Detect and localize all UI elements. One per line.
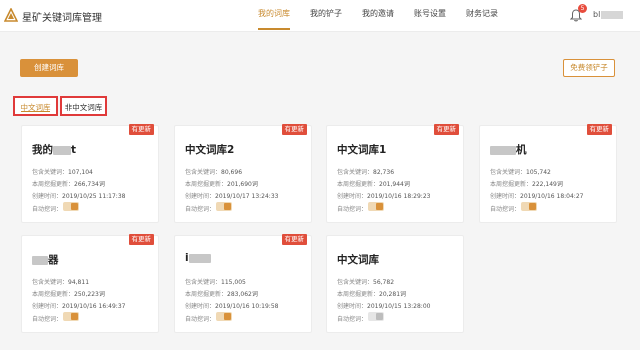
redacted-block: [188, 253, 211, 263]
stat-auto: 自动挖词：: [32, 206, 63, 213]
notification-badge: 5: [578, 4, 587, 13]
tab-non-chinese-library[interactable]: 非中文词库: [60, 96, 107, 116]
updated-badge: 有更新: [433, 124, 459, 135]
username-text: bl: [593, 10, 601, 19]
stat-keywords: 包含关键词：56,782: [337, 279, 395, 286]
library-name: 中文词库2: [185, 144, 235, 156]
create-library-button[interactable]: 创建词库: [20, 59, 78, 77]
stat-auto: 自动挖词：: [185, 206, 216, 213]
stat-created: 创建时间：2019/10/16 18:04:27: [490, 193, 584, 200]
updated-badge: 有更新: [128, 234, 154, 245]
library-name-suffix: 机: [516, 144, 527, 156]
library-name: i: [185, 252, 211, 264]
stat-weekly: 本周挖掘更新：222,149词: [490, 181, 563, 188]
library-name: 中文词库: [337, 254, 379, 266]
top-bar: 星矿关键词库管理 我的词库 我的铲子 我的邀请 账号设置 财务记录 5 bl: [0, 0, 640, 32]
library-name: 我的 t: [32, 142, 76, 157]
library-card[interactable]: 有更新 中文词库1 包含关键词：82,736 本周挖掘更新：201,944词 创…: [326, 124, 464, 223]
stat-keywords: 包含关键词：94,811: [32, 279, 90, 286]
library-name: 中文词库1: [337, 144, 387, 156]
library-name: 器: [32, 252, 59, 267]
logo-icon: [4, 8, 18, 22]
stat-weekly: 本周挖掘更新：283,062词: [185, 291, 258, 298]
stat-auto: 自动挖词：: [337, 206, 368, 213]
library-card[interactable]: 有更新 我的 t 包含关键词：107,104 本周挖掘更新：266,734词 创建…: [21, 124, 159, 223]
library-card[interactable]: 有更新 机 包含关键词：105,742 本周挖掘更新：222,149词 创建时间…: [479, 124, 617, 223]
nav-my-invites[interactable]: 我的邀请: [362, 0, 394, 32]
stat-keywords: 包含关键词：115,005: [185, 279, 246, 286]
stat-auto: 自动挖词：: [337, 316, 368, 323]
stat-created: 创建时间：2019/10/15 13:28:00: [337, 303, 431, 310]
library-name-suffix: t: [71, 144, 77, 156]
free-shovel-button[interactable]: 免费领铲子: [563, 59, 615, 77]
stat-created: 创建时间：2019/10/17 13:24:33: [185, 193, 279, 200]
stat-keywords: 包含关键词：105,742: [490, 169, 551, 176]
auto-mine-toggle[interactable]: [368, 312, 384, 321]
auto-mine-toggle[interactable]: [216, 202, 232, 211]
redacted-block: [53, 145, 71, 155]
updated-badge: 有更新: [281, 234, 307, 245]
nav-account-settings[interactable]: 账号设置: [414, 0, 446, 32]
updated-badge: 有更新: [281, 124, 307, 135]
library-name: 机: [490, 142, 527, 157]
auto-mine-toggle[interactable]: [368, 202, 384, 211]
library-card[interactable]: 有更新 i 包含关键词：115,005 本周挖掘更新：283,062词 创建时间…: [174, 234, 312, 333]
nav-my-libraries[interactable]: 我的词库: [258, 0, 290, 32]
library-name-text: 我的: [32, 144, 53, 156]
nav-my-shovels[interactable]: 我的铲子: [310, 0, 342, 32]
auto-mine-toggle[interactable]: [63, 202, 79, 211]
stat-weekly: 本周挖掘更新：201,690词: [185, 181, 258, 188]
tab-active-underline: [21, 111, 50, 112]
nav-finance-records[interactable]: 财务记录: [466, 0, 498, 32]
main-nav: 我的词库 我的铲子 我的邀请 账号设置 财务记录: [258, 0, 518, 32]
updated-badge: 有更新: [128, 124, 154, 135]
stat-weekly: 本周挖掘更新：201,944词: [337, 181, 410, 188]
stat-weekly: 本周挖掘更新：250,223词: [32, 291, 105, 298]
auto-mine-toggle[interactable]: [216, 312, 232, 321]
library-card[interactable]: 中文词库 包含关键词：56,782 本周挖掘更新：20,281词 创建时间：20…: [326, 235, 464, 333]
app-title: 星矿关键词库管理: [22, 13, 102, 24]
auto-mine-toggle[interactable]: [63, 312, 79, 321]
stat-keywords: 包含关键词：107,104: [32, 169, 93, 176]
auto-mine-toggle[interactable]: [521, 202, 537, 211]
stat-keywords: 包含关键词：82,736: [337, 169, 395, 176]
redacted-block: [490, 145, 516, 155]
stat-weekly: 本周挖掘更新：20,281词: [337, 291, 407, 298]
username[interactable]: bl: [593, 10, 624, 19]
library-card[interactable]: 有更新 器 包含关键词：94,811 本周挖掘更新：250,223词 创建时间：…: [21, 234, 159, 333]
library-card[interactable]: 有更新 中文词库2 包含关键词：80,696 本周挖掘更新：201,690词 创…: [174, 124, 312, 223]
stat-weekly: 本周挖掘更新：266,734词: [32, 181, 105, 188]
tab-chinese-library[interactable]: 中文词库: [13, 96, 58, 116]
stat-auto: 自动挖词：: [32, 316, 63, 323]
username-redacted: [601, 10, 624, 19]
stat-created: 创建时间：2019/10/16 18:29:23: [337, 193, 431, 200]
stat-auto: 自动挖词：: [185, 316, 216, 323]
stat-auto: 自动挖词：: [490, 206, 521, 213]
stat-created: 创建时间：2019/10/25 11:17:38: [32, 193, 126, 200]
stat-keywords: 包含关键词：80,696: [185, 169, 243, 176]
updated-badge: 有更新: [586, 124, 612, 135]
redacted-block: [32, 255, 48, 265]
library-name-suffix: 器: [48, 254, 59, 266]
stat-created: 创建时间：2019/10/16 16:49:37: [32, 303, 126, 310]
stat-created: 创建时间：2019/10/16 10:19:58: [185, 303, 279, 310]
